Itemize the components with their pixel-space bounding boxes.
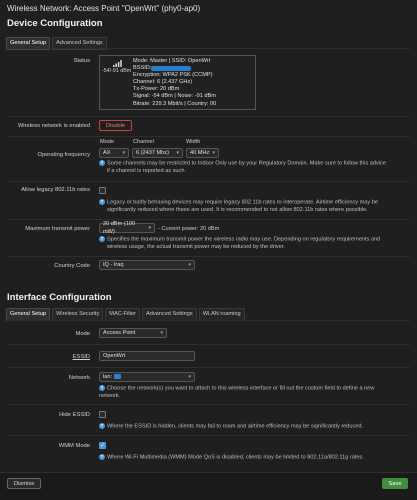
- chevron-down-icon: ▾: [188, 262, 191, 268]
- legacy-help: ? Legacy or badly behaving devices may re…: [99, 199, 378, 213]
- country-select[interactable]: IQ - Iraq ▾: [99, 260, 195, 270]
- wmm-label: WMM Mode: [58, 443, 90, 449]
- opfreq-help: ? Some channels may be restricted to Indo…: [99, 160, 386, 174]
- divider: [7, 404, 410, 405]
- info-icon: ?: [99, 385, 105, 391]
- channel-select[interactable]: 6 (2437 Mhz) ▾: [132, 148, 183, 158]
- country-label: Country Code: [54, 263, 90, 269]
- status-bssid-row: BSSID:: [133, 65, 257, 72]
- txpower-label: Maximum transmit power: [25, 226, 90, 232]
- network-label: Network: [68, 375, 90, 381]
- status-bitrate: Bitrate: 229.3 Mbit/s | Country: 00: [133, 100, 217, 107]
- network-select-value: lan:: [103, 373, 121, 381]
- divider: [7, 181, 410, 182]
- mode-column-label: Mode: [100, 139, 114, 145]
- divider: [7, 116, 410, 117]
- enabled-label: Wireless network is enabled: [17, 123, 90, 129]
- signal-dbm: -54/-91 dBm: [102, 68, 132, 74]
- network-help: ? Choose the network(s) you want to attac…: [99, 385, 375, 399]
- chevron-down-icon: ▾: [188, 374, 191, 380]
- divider: [7, 435, 410, 436]
- status-mode: Mode: Master | SSID: OpenWrt: [133, 58, 211, 64]
- info-icon: ?: [99, 160, 105, 166]
- current-power: - Current power: 20 dBm: [158, 226, 220, 232]
- status-label: Status: [73, 58, 90, 64]
- channel-select-value: 6 (2437 Mhz): [136, 150, 169, 156]
- divider: [7, 344, 410, 345]
- status-box: -54/-91 dBm Mode: Master | SSID: OpenWrt…: [99, 55, 256, 110]
- hide-essid-help: ? Where the ESSID is hidden, clients may …: [99, 423, 364, 430]
- network-select[interactable]: lan: ▾: [99, 372, 195, 382]
- essid-input[interactable]: OpenWrt: [99, 351, 195, 361]
- opfreq-label: Operating frequency: [37, 152, 90, 158]
- info-icon: ?: [99, 236, 105, 242]
- iface-mode-label: Mode: [75, 331, 90, 337]
- status-channel: Channel: 6 (2.437 GHz): [133, 79, 193, 86]
- country-select-value: IQ - Iraq: [103, 262, 124, 268]
- status-txpower: Tx-Power: 20 dBm: [133, 86, 180, 93]
- width-select-value: 40 MHz: [190, 150, 210, 156]
- network-badge: [113, 374, 121, 380]
- essid-label: ESSID: [72, 354, 90, 360]
- chevron-down-icon: ▾: [148, 225, 151, 231]
- divider: [7, 136, 410, 137]
- interface-config-heading: Interface Configuration: [7, 292, 112, 303]
- info-icon: ?: [99, 199, 105, 205]
- device-config-heading: Device Configuration: [7, 18, 103, 29]
- info-icon: ?: [99, 454, 105, 460]
- iface-mode-value: Access Point: [103, 330, 136, 336]
- divider: [7, 367, 410, 368]
- chevron-down-icon: ▾: [160, 330, 163, 336]
- dialog-title: Wireless Network: Access Point "OpenWrt"…: [7, 4, 201, 13]
- info-icon: ?: [99, 423, 105, 429]
- wmm-checkbox[interactable]: ✓: [99, 442, 106, 449]
- width-column-label: Width: [186, 139, 201, 145]
- txpower-select-value: 20 dBm (100 mW): [103, 221, 136, 235]
- iface-mode-select[interactable]: Access Point ▾: [99, 328, 167, 338]
- divider: [7, 256, 410, 257]
- txpower-help: ? Specifies the maximum transmit power th…: [99, 236, 381, 250]
- dismiss-button[interactable]: Dismiss: [7, 478, 41, 489]
- chevron-down-icon: ▾: [212, 150, 215, 156]
- width-select[interactable]: 40 MHz ▾: [186, 148, 219, 158]
- hide-essid-checkbox[interactable]: [99, 411, 106, 418]
- save-button[interactable]: Save: [382, 478, 408, 489]
- redacted-bssid: [151, 66, 191, 72]
- legacy-rates-label: Allow legacy 802.11b rates: [21, 187, 90, 193]
- footer-bar: [0, 472, 417, 500]
- txpower-select[interactable]: 20 dBm (100 mW) ▾: [99, 221, 155, 235]
- divider: [7, 219, 410, 220]
- divider: [7, 48, 410, 49]
- wmm-help: ? Where Wi-Fi Multimedia (WMM) Mode QoS i…: [99, 454, 364, 461]
- divider: [7, 320, 410, 321]
- hide-essid-label: Hide ESSID: [59, 412, 90, 418]
- legacy-rates-checkbox[interactable]: [99, 187, 106, 194]
- status-bssid: BSSID:: [133, 65, 152, 72]
- chevron-down-icon: ▾: [122, 150, 125, 156]
- mode-select[interactable]: AX ▾: [99, 148, 129, 158]
- status-signal: Signal: -54 dBm | Noise: -91 dBm: [133, 93, 216, 100]
- channel-column-label: Channel: [133, 139, 154, 145]
- disable-button[interactable]: Disable: [99, 120, 132, 131]
- mode-select-value: AX: [103, 150, 111, 156]
- chevron-down-icon: ▾: [176, 150, 179, 156]
- status-encryption: Encryption: WPA2 PSK (CCMP): [133, 72, 213, 79]
- status-details: Mode: Master | SSID: OpenWrt BSSID: Encr…: [133, 58, 257, 108]
